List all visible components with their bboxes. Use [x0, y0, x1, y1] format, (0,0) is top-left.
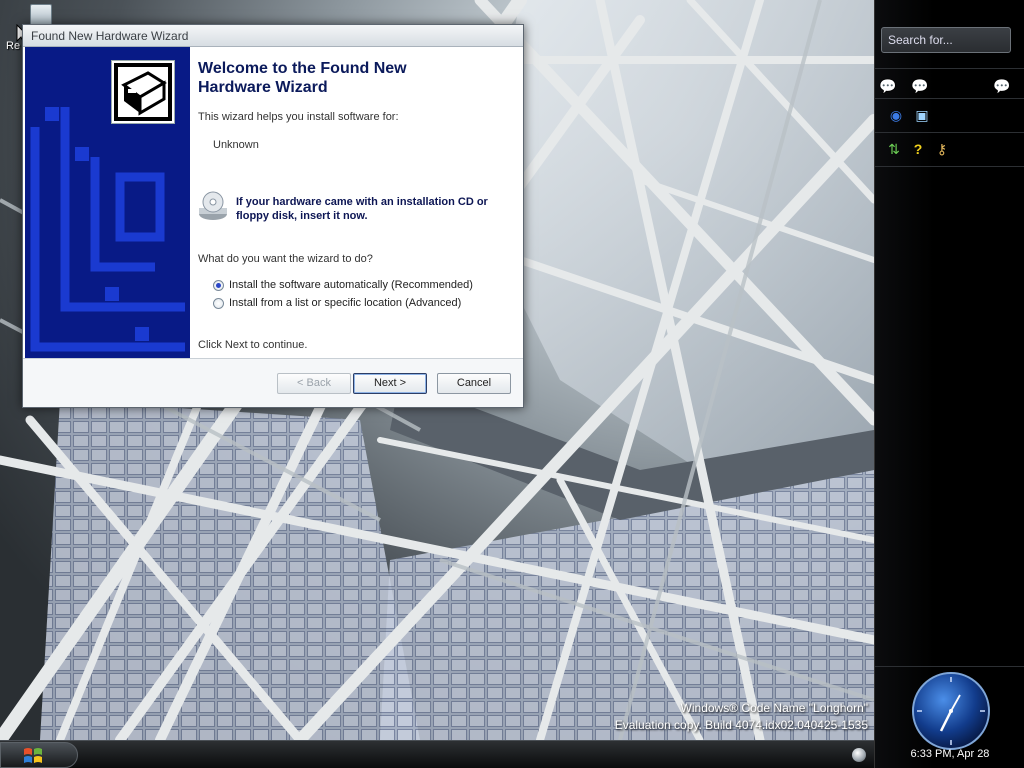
- build-watermark: Windows® Code Name "Longhorn" Evaluation…: [615, 700, 868, 734]
- search-input[interactable]: Search for...: [881, 27, 1011, 53]
- continue-hint: Click Next to continue.: [198, 339, 308, 351]
- option-install-from-list[interactable]: Install from a list or specific location…: [213, 294, 513, 312]
- found-new-hardware-wizard: Found New Hardware Wizard Welcome to the…: [22, 24, 524, 408]
- radio-button[interactable]: [213, 297, 224, 309]
- back-button[interactable]: < Back: [277, 373, 351, 394]
- next-button[interactable]: Next >: [353, 373, 427, 394]
- wizard-footer: < Back Next > Cancel: [23, 358, 523, 407]
- sidebar-toggle-icon[interactable]: [852, 748, 866, 762]
- wizard-heading: Welcome to the Found New Hardware Wizard: [198, 60, 407, 96]
- watermark-line-2: Evaluation copy. Build 4074.idx02.040425…: [614, 718, 868, 732]
- help-icon[interactable]: ?: [907, 139, 929, 159]
- window-title[interactable]: Found New Hardware Wizard: [23, 25, 523, 47]
- device-name: Unknown: [213, 139, 259, 151]
- divider: [875, 68, 1024, 69]
- radio-button-selected[interactable]: [213, 279, 224, 291]
- option-label: Install from a list or specific location…: [229, 297, 462, 309]
- network-icon[interactable]: ◉: [885, 105, 907, 125]
- transfer-icon[interactable]: ⇅: [883, 139, 905, 159]
- hardware-icon: [111, 60, 175, 124]
- install-options: Install the software automatically (Reco…: [213, 276, 513, 312]
- watermark-line-1: Windows® Code Name "Longhorn": [680, 701, 868, 715]
- clock-icon: [912, 672, 990, 750]
- wizard-intro: This wizard helps you install software f…: [198, 111, 399, 123]
- cd-hint-row: If your hardware came with an installati…: [198, 191, 513, 223]
- clock-time: 6:33 PM, Apr 28: [910, 748, 990, 760]
- wizard-content: Welcome to the Found New Hardware Wizard…: [198, 59, 513, 351]
- taskbar: [0, 740, 874, 768]
- sidebar: Search for... 💬 💬 💬 ◉ ▣ ⇅ ? ⚷ 6:33 PM, A…: [874, 0, 1024, 768]
- cd-hint-text: If your hardware came with an installati…: [236, 196, 488, 222]
- notes-icon[interactable]: ▣: [911, 105, 933, 125]
- start-button[interactable]: [0, 742, 78, 768]
- windows-logo-icon: [24, 748, 42, 763]
- cd-drive-icon: [199, 191, 227, 220]
- divider: [875, 132, 1024, 133]
- chat-bubble-icon[interactable]: 💬: [877, 76, 899, 96]
- chat-bubble-icon[interactable]: 💬: [991, 76, 1013, 96]
- keys-icon[interactable]: ⚷: [931, 139, 953, 159]
- wizard-side-panel: [25, 47, 190, 360]
- option-label: Install the software automatically (Reco…: [229, 279, 473, 291]
- wizard-question: What do you want the wizard to do?: [198, 253, 373, 265]
- chat-bubble-icon[interactable]: 💬: [909, 76, 931, 96]
- clock-gadget[interactable]: 6:33 PM, Apr 28: [875, 666, 1024, 768]
- cancel-button[interactable]: Cancel: [437, 373, 511, 394]
- option-install-automatically[interactable]: Install the software automatically (Reco…: [213, 276, 513, 294]
- divider: [875, 166, 1024, 167]
- divider: [875, 98, 1024, 99]
